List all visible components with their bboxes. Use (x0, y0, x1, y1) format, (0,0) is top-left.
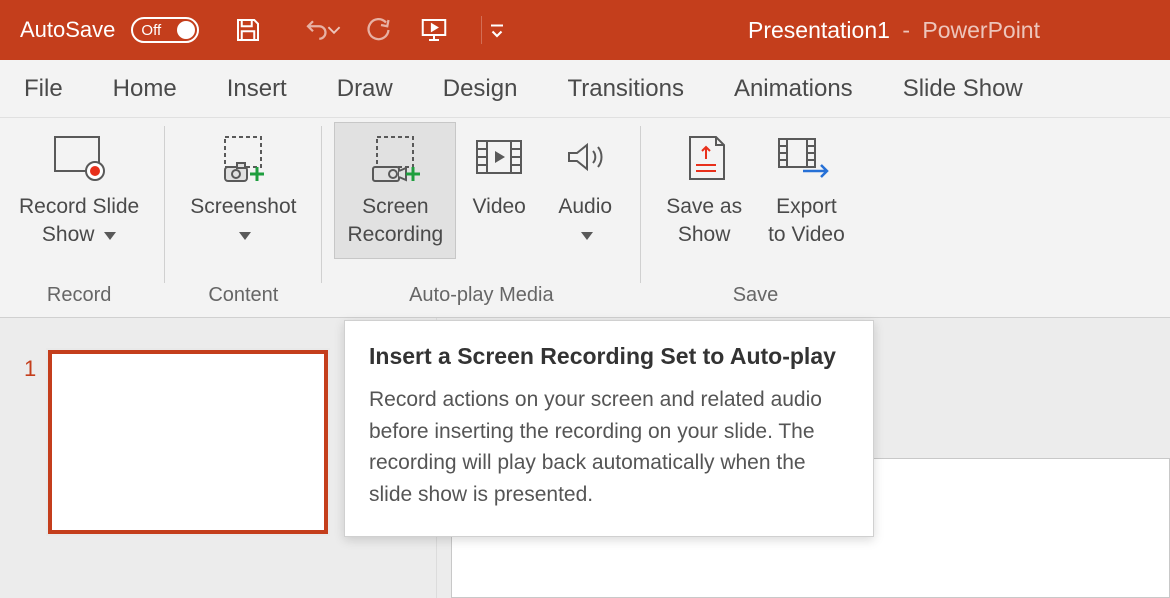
group-content-label: Content (208, 284, 278, 311)
title-dash: - (902, 17, 910, 43)
present-from-beginning-icon[interactable] (419, 15, 449, 45)
screen-recording-icon (363, 131, 427, 187)
record-slide-show-text: Record Slide Show (19, 195, 139, 246)
separator (640, 126, 641, 283)
group-autoplay-label: Auto-play Media (409, 284, 554, 311)
save-icon[interactable] (233, 15, 263, 45)
audio-label: Audio (558, 195, 612, 218)
tab-transitions[interactable]: Transitions (567, 75, 683, 103)
slide-thumbnail[interactable] (48, 350, 328, 534)
export-to-video-label: Export to Video (768, 193, 845, 250)
autosave-label: AutoSave (20, 17, 115, 43)
separator (481, 16, 482, 44)
tab-animations[interactable]: Animations (734, 75, 853, 103)
audio-button[interactable]: Audio (542, 122, 628, 259)
app-name: PowerPoint (922, 17, 1040, 43)
chevron-down-icon (104, 232, 116, 240)
undo-dropdown-icon[interactable] (327, 25, 341, 35)
separator (321, 126, 322, 283)
group-content: Screenshot Content (171, 118, 315, 317)
screen-recording-label: Screen Recording (347, 193, 443, 250)
video-icon (469, 131, 529, 187)
audio-icon (555, 131, 615, 187)
export-to-video-icon (771, 131, 841, 187)
group-save: Save as Show Export to Video Save (647, 118, 864, 317)
video-label: Video (473, 193, 526, 221)
group-autoplay: Screen Recording Video Audio (328, 118, 634, 317)
tab-file[interactable]: File (24, 75, 63, 103)
save-as-show-button[interactable]: Save as Show (653, 122, 755, 259)
titlebar-left: AutoSave Off (20, 15, 506, 45)
ribbon: Record Slide Show Record Screenshot Cont… (0, 118, 1170, 318)
group-record: Record Slide Show Record (0, 118, 158, 317)
record-slide-show-label: Record Slide Show (19, 193, 139, 250)
screenshot-icon (211, 131, 275, 187)
slide-number: 1 (24, 356, 36, 382)
tooltip-body: Record actions on your screen and relate… (369, 384, 849, 510)
tab-design[interactable]: Design (443, 75, 518, 103)
export-to-video-button[interactable]: Export to Video (755, 122, 858, 259)
redo-icon[interactable] (361, 15, 391, 45)
customize-qat-icon[interactable] (488, 21, 506, 39)
tab-draw[interactable]: Draw (337, 75, 393, 103)
tooltip: Insert a Screen Recording Set to Auto-pl… (344, 320, 874, 537)
title-center: Presentation1 - PowerPoint (506, 17, 1150, 44)
record-slide-show-icon (47, 131, 111, 187)
video-button[interactable]: Video (456, 122, 542, 230)
group-save-label: Save (733, 284, 779, 311)
save-as-show-icon (672, 131, 736, 187)
save-as-show-label: Save as Show (666, 193, 742, 250)
doc-title: Presentation1 (748, 17, 890, 43)
screenshot-label: Screenshot (190, 195, 296, 218)
ribbon-tabstrip: File Home Insert Draw Design Transitions… (0, 60, 1170, 118)
screen-recording-button[interactable]: Screen Recording (334, 122, 456, 259)
screenshot-button[interactable]: Screenshot (177, 122, 309, 259)
chevron-down-icon (239, 232, 251, 240)
chevron-down-icon (581, 232, 593, 240)
tab-slideshow[interactable]: Slide Show (903, 75, 1023, 103)
tooltip-title: Insert a Screen Recording Set to Auto-pl… (369, 343, 849, 370)
autosave-toggle[interactable]: Off (131, 17, 199, 43)
tab-home[interactable]: Home (113, 75, 177, 103)
tab-insert[interactable]: Insert (227, 75, 287, 103)
toggle-knob-icon (177, 21, 195, 39)
titlebar: AutoSave Off Presentation1 - PowerPoint (0, 0, 1170, 60)
autosave-state: Off (141, 22, 161, 39)
separator (164, 126, 165, 283)
record-slide-show-button[interactable]: Record Slide Show (6, 122, 152, 259)
group-record-label: Record (47, 284, 111, 311)
